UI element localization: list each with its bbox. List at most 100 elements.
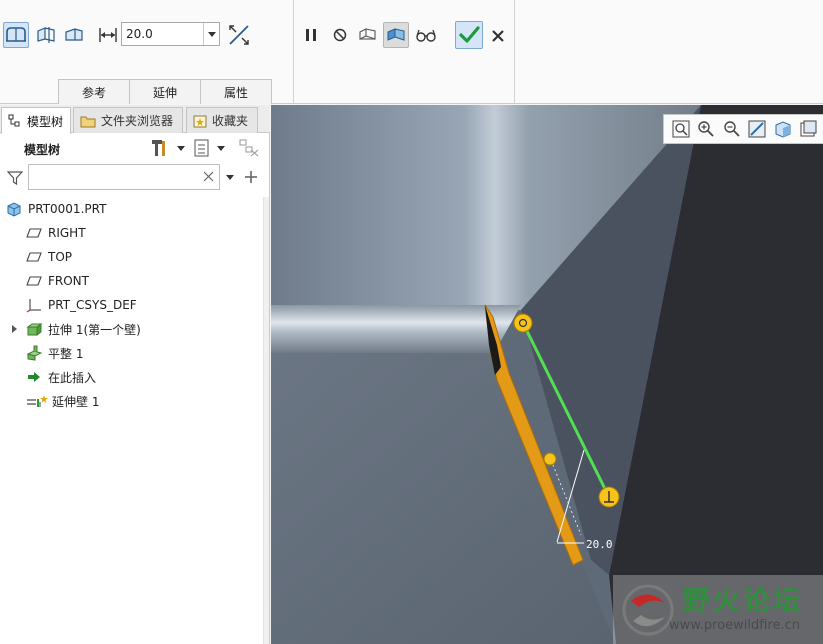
watermark-title: 野火论坛 bbox=[683, 586, 803, 617]
length-drag-handle[interactable] bbox=[543, 452, 557, 466]
zoom-out-icon bbox=[724, 121, 740, 137]
no-preview-button[interactable] bbox=[327, 22, 353, 48]
tools-icon bbox=[152, 140, 165, 156]
flat-wall-button[interactable] bbox=[3, 22, 29, 48]
part-icon bbox=[6, 201, 22, 217]
repaint-button[interactable] bbox=[747, 118, 769, 140]
filter-icon[interactable] bbox=[6, 170, 24, 189]
cancel-button[interactable] bbox=[485, 23, 511, 49]
tab-properties[interactable]: 属性 bbox=[200, 79, 272, 104]
tree-search-input[interactable] bbox=[29, 165, 199, 189]
tab-references[interactable]: 参考 bbox=[58, 79, 130, 104]
depth-value-combo[interactable] bbox=[121, 22, 220, 46]
tab-model-tree[interactable]: 模型树 bbox=[1, 107, 71, 134]
tab-label: 模型树 bbox=[27, 114, 64, 129]
tree-item-right[interactable]: RIGHT bbox=[0, 221, 264, 245]
graphics-viewport[interactable]: 20.0 野火论坛 www.proewildfire.cn bbox=[271, 105, 823, 644]
chevron-down-icon bbox=[217, 145, 225, 151]
preview-geometry-icon bbox=[387, 28, 405, 41]
tree-item-extend-wall[interactable]: 延伸壁 1 bbox=[0, 389, 264, 413]
watermark-url: www.proewildfire.cn bbox=[669, 618, 800, 633]
to-edge-button[interactable] bbox=[61, 22, 87, 48]
model-tree: PRT0001.PRT RIGHT TOP FRONT PRT_CSYS_DEF… bbox=[0, 197, 264, 413]
tree-item-insert-here[interactable]: 在此插入 bbox=[0, 365, 264, 389]
tree-item-label: TOP bbox=[48, 250, 73, 264]
saved-orientations-button[interactable] bbox=[798, 118, 820, 140]
datum-plane-icon bbox=[26, 249, 42, 265]
add-filter-button[interactable] bbox=[244, 170, 258, 187]
dimension-arrows-icon bbox=[99, 28, 117, 42]
depth-dimension-label[interactable]: 20.0 bbox=[586, 538, 613, 551]
folder-browser-icon bbox=[80, 114, 96, 128]
pause-button[interactable] bbox=[298, 22, 324, 48]
depth-value-field[interactable] bbox=[122, 23, 204, 45]
tab-label: 文件夹浏览器 bbox=[101, 114, 174, 128]
glasses-icon bbox=[416, 29, 436, 42]
chevron-down-icon bbox=[177, 145, 185, 151]
preview-attached-button[interactable] bbox=[355, 22, 381, 48]
tree-search-box[interactable] bbox=[28, 164, 220, 190]
tab-folder-browser[interactable]: 文件夹浏览器 bbox=[73, 107, 183, 133]
tree-item-label: 平整 1 bbox=[48, 346, 84, 361]
show-button[interactable] bbox=[193, 138, 225, 158]
check-icon bbox=[459, 26, 480, 43]
tree-scrollbar[interactable] bbox=[263, 197, 269, 644]
tree-item-csys[interactable]: PRT_CSYS_DEF bbox=[0, 293, 264, 317]
tree-item-label: PRT_CSYS_DEF bbox=[48, 298, 137, 312]
navigator-tabs: 模型树 文件夹浏览器 收藏夹 bbox=[0, 105, 270, 134]
saved-views-icon bbox=[800, 120, 817, 137]
tree-item-label: 拉伸 1(第一个壁) bbox=[48, 322, 141, 337]
verify-button[interactable] bbox=[413, 22, 439, 48]
tree-item-flat[interactable]: 平整 1 bbox=[0, 341, 264, 365]
to-edge-icon bbox=[65, 28, 83, 41]
tree-filter-row bbox=[0, 163, 270, 193]
depth-dimension-button[interactable] bbox=[95, 22, 121, 48]
watermark: 野火论坛 www.proewildfire.cn bbox=[613, 575, 823, 644]
chevron-down-icon[interactable] bbox=[226, 175, 234, 180]
refit-button[interactable] bbox=[670, 118, 692, 140]
tree-item-top[interactable]: TOP bbox=[0, 245, 264, 269]
flat-wall-feature-icon bbox=[26, 345, 42, 361]
tree-filter-icon bbox=[239, 139, 259, 157]
no-preview-icon bbox=[333, 28, 347, 42]
ribbon: 参考 延伸 属性 bbox=[0, 0, 823, 104]
bend-surface[interactable] bbox=[271, 305, 521, 355]
extend-wall-icon bbox=[26, 393, 50, 409]
tree-item-front[interactable]: FRONT bbox=[0, 269, 264, 293]
tree-settings-button[interactable] bbox=[150, 138, 185, 158]
ok-button[interactable] bbox=[455, 21, 483, 49]
slide-up-tabs: 参考 延伸 属性 bbox=[58, 79, 272, 104]
tree-item-label: FRONT bbox=[48, 274, 89, 288]
repaint-icon bbox=[748, 120, 766, 138]
tree-header: 模型树 bbox=[0, 133, 270, 163]
extrude-wall-icon bbox=[26, 321, 42, 337]
tree-title: 模型树 bbox=[24, 143, 61, 157]
tree-item-part[interactable]: PRT0001.PRT bbox=[0, 197, 264, 221]
pause-icon bbox=[306, 29, 316, 41]
tree-item-label: PRT0001.PRT bbox=[28, 202, 107, 216]
preview-geometry-button[interactable] bbox=[383, 22, 409, 48]
chevron-down-icon bbox=[207, 31, 216, 37]
datum-plane-icon bbox=[26, 225, 42, 241]
tree-item-extrude[interactable]: 拉伸 1(第一个壁) bbox=[0, 317, 264, 341]
display-style-button[interactable] bbox=[772, 118, 794, 140]
flip-direction-button[interactable] bbox=[226, 22, 252, 48]
depth-dropdown-button[interactable] bbox=[203, 23, 219, 45]
zoom-out-button[interactable] bbox=[721, 118, 743, 140]
expand-arrow-icon[interactable] bbox=[12, 325, 17, 333]
tree-item-label: RIGHT bbox=[48, 226, 86, 240]
tree-item-label: 延伸壁 1 bbox=[52, 394, 100, 409]
zoom-in-button[interactable] bbox=[696, 118, 718, 140]
tab-label: 收藏夹 bbox=[212, 114, 249, 128]
tree-filter-settings-button[interactable] bbox=[238, 138, 260, 158]
refit-icon bbox=[672, 120, 690, 138]
up-to-plane-button[interactable] bbox=[33, 22, 59, 48]
tab-favorites[interactable]: 收藏夹 bbox=[186, 107, 258, 133]
graphics-toolbar bbox=[663, 114, 823, 144]
favorites-icon bbox=[193, 114, 207, 128]
list-icon bbox=[194, 139, 209, 157]
coordinate-system-icon bbox=[26, 297, 42, 313]
drag-handle-top[interactable] bbox=[513, 313, 533, 333]
tab-extension[interactable]: 延伸 bbox=[129, 79, 201, 104]
clear-icon[interactable] bbox=[203, 171, 214, 185]
